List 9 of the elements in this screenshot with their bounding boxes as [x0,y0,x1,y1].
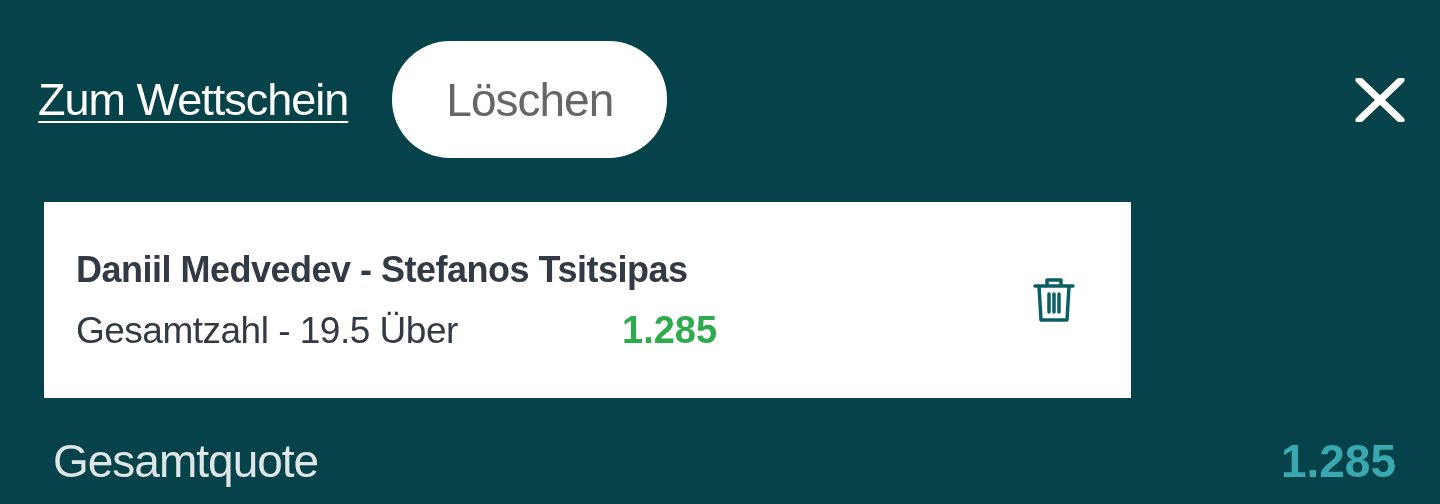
total-odds-label: Gesamtquote [53,434,319,488]
match-title: Daniil Medvedev - Stefanos Tsitsipas [76,248,689,291]
clear-button[interactable]: Löschen [392,41,668,158]
total-odds: 1.285 [1280,434,1396,488]
trash-icon[interactable] [1033,277,1075,323]
close-icon[interactable] [1355,77,1405,122]
market-label: Gesamtzahl - 19.5 Über [76,309,459,352]
bet-odds: 1.285 [622,308,718,352]
bet-slip-link[interactable]: Zum Wettschein [38,73,349,126]
